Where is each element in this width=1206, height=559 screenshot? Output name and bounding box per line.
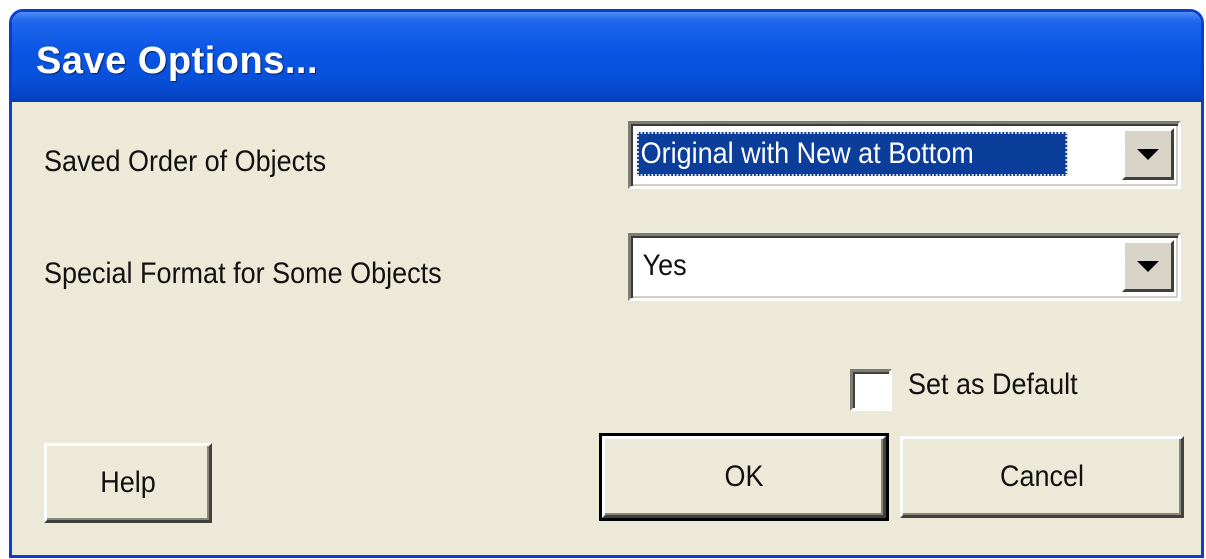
- save-options-dialog: Save Options... Saved Order of Objects O…: [9, 9, 1204, 558]
- saved-order-dropdown[interactable]: Original with New at Bottom: [628, 121, 1181, 189]
- chevron-down-icon: [1137, 149, 1159, 160]
- chevron-down-icon: [1137, 261, 1159, 272]
- special-format-label: Special Format for Some Objects: [44, 257, 442, 290]
- cancel-button[interactable]: Cancel: [900, 436, 1184, 518]
- ok-button[interactable]: OK: [599, 433, 889, 521]
- help-button-label: Help: [100, 466, 156, 499]
- help-button[interactable]: Help: [44, 443, 212, 523]
- saved-order-dropdown-button[interactable]: [1122, 128, 1174, 180]
- saved-order-value: Original with New at Bottom: [637, 132, 1068, 176]
- special-format-value: Yes: [642, 249, 687, 282]
- title-bar[interactable]: Save Options...: [12, 12, 1201, 102]
- special-format-dropdown[interactable]: Yes: [628, 233, 1181, 301]
- special-format-dropdown-button[interactable]: [1122, 240, 1174, 292]
- dialog-title: Save Options...: [36, 40, 319, 82]
- set-default-label[interactable]: Set as Default: [908, 368, 1078, 402]
- saved-order-label: Saved Order of Objects: [44, 145, 327, 178]
- ok-button-label: OK: [724, 460, 764, 493]
- cancel-button-label: Cancel: [999, 460, 1085, 493]
- set-default-checkbox[interactable]: [850, 369, 892, 411]
